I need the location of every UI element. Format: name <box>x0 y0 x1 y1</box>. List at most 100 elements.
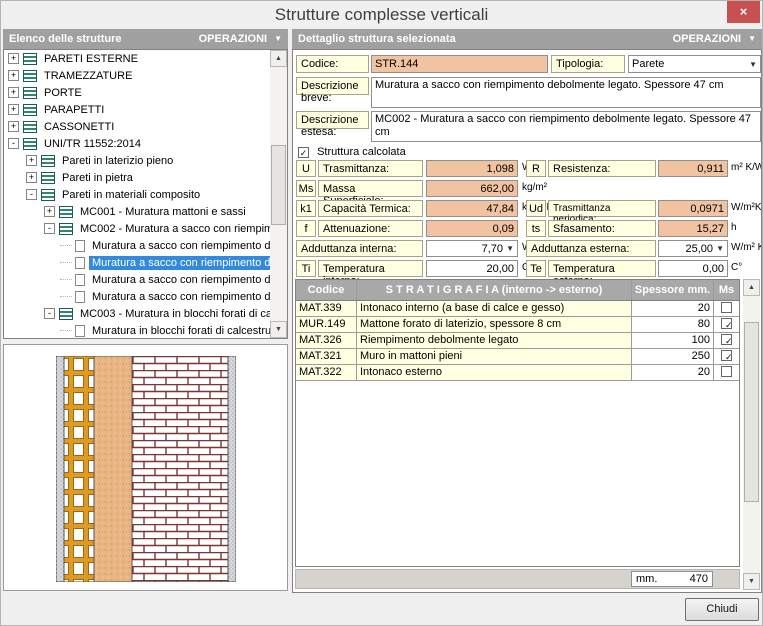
cell-spessore: 80 <box>632 317 714 332</box>
scroll-up-icon[interactable]: ▲ <box>270 50 287 67</box>
adduttanza-interna-select[interactable]: 7,70 ▼ <box>426 240 518 257</box>
temperatura-interna-field[interactable]: 20,00 <box>426 260 518 277</box>
table-scrollbar[interactable]: ▲ ▼ <box>743 279 760 590</box>
ms-checkbox[interactable]: ✓ <box>721 334 732 345</box>
structure-group-icon <box>23 104 37 116</box>
param-row-ms: Ms Massa Superficiale: 662,00 kg/m² <box>293 180 762 197</box>
layer-leaf-icon <box>75 240 85 252</box>
temperatura-esterna-unit: C° <box>731 260 742 277</box>
tree-item[interactable]: Muratura a sacco con riempimento deb <box>4 237 287 254</box>
structure-group-icon <box>23 138 37 150</box>
tree-item[interactable]: +TRAMEZZATURE <box>4 67 287 84</box>
trasmittanza-periodica-unit: W/m²K <box>731 200 762 217</box>
tree-item-label: Muratura a sacco con riempimento deb <box>89 239 286 253</box>
sfasamento-value: 15,27 <box>658 220 728 237</box>
chevron-down-icon: ▼ <box>748 29 756 49</box>
temperatura-esterna-field[interactable]: 0,00 <box>658 260 728 277</box>
collapse-icon[interactable]: - <box>8 138 19 149</box>
expand-icon[interactable]: + <box>8 87 19 98</box>
expand-icon[interactable]: + <box>8 53 19 64</box>
stratigrafia-table: Codice S T R A T I G R A F I A (interno … <box>295 279 740 567</box>
close-button[interactable]: × <box>727 1 760 23</box>
tree-scrollbar[interactable]: ▲ ▼ <box>270 50 287 338</box>
chevron-down-icon: ▼ <box>749 60 757 69</box>
structure-group-icon <box>23 87 37 99</box>
param-row-k1-ud: k1 Capacità Termica: 47,84 kJ/m²K Ud Tra… <box>293 200 762 217</box>
tree-item[interactable]: +PARAPETTI <box>4 101 287 118</box>
tree-item[interactable]: Muratura a sacco con riempimento deb <box>4 288 287 305</box>
tree-item-label: Pareti in laterizio pieno <box>59 154 176 168</box>
expand-icon[interactable]: + <box>44 206 55 217</box>
table-row[interactable]: MAT.326 Riempimento debolmente legato 10… <box>296 333 739 349</box>
expand-icon[interactable]: + <box>8 104 19 115</box>
tree-item[interactable]: Muratura in blocchi forati di calcestruz… <box>4 322 287 339</box>
left-operazioni-menu[interactable]: OPERAZIONI ▼ <box>199 29 282 49</box>
detail-panel: Codice: STR.144 Tipologia: Parete ▼ Desc… <box>292 49 762 593</box>
tree-item-label: PORTE <box>41 86 85 100</box>
ts-symbol: ts <box>526 220 546 237</box>
cell-spessore: 20 <box>632 301 714 316</box>
tree-item-selected[interactable]: Muratura a sacco con riempimento deb <box>4 254 287 271</box>
table-scrollbar-thumb[interactable] <box>744 322 759 502</box>
tree-item[interactable]: -UNI/TR 11552:2014 <box>4 135 287 152</box>
tree-item[interactable]: +PARETI ESTERNE <box>4 50 287 67</box>
table-row[interactable]: MAT.339 Intonaco interno (a base di calc… <box>296 301 739 317</box>
scroll-down-icon[interactable]: ▼ <box>743 573 760 590</box>
scroll-up-icon[interactable]: ▲ <box>743 279 760 296</box>
adduttanza-esterna-label: Adduttanza esterna: <box>526 240 656 257</box>
chiudi-button[interactable]: Chiudi <box>685 598 759 621</box>
collapse-icon[interactable]: - <box>44 308 55 319</box>
table-row[interactable]: MUR.149 Mattone forato di laterizio, spe… <box>296 317 739 333</box>
tree-item[interactable]: + MC001 - Muratura mattoni e sassi <box>4 203 287 220</box>
tree-item[interactable]: + CASSONETTI <box>4 118 287 135</box>
ms-checkbox[interactable]: ✓ <box>721 318 732 329</box>
expand-icon[interactable]: + <box>8 121 19 132</box>
layer-riempimento <box>94 356 132 582</box>
tipologia-select[interactable]: Parete ▼ <box>628 55 761 73</box>
struttura-calcolata-label: Struttura calcolata <box>317 146 406 158</box>
cell-spessore: 100 <box>632 333 714 348</box>
tree-item[interactable]: +Pareti in pietra <box>4 169 287 186</box>
layer-leaf-icon <box>75 291 85 303</box>
left-operazioni-label: OPERAZIONI <box>199 29 267 49</box>
ms-checkbox[interactable] <box>721 302 732 313</box>
collapse-icon[interactable]: - <box>26 189 37 200</box>
tree-item[interactable]: - MC003 - Muratura in blocchi forati di c… <box>4 305 287 322</box>
tree-item[interactable]: + Pareti in laterizio pieno <box>4 152 287 169</box>
expand-icon[interactable]: + <box>26 155 37 166</box>
ms-checkbox[interactable]: ✓ <box>721 350 732 361</box>
expand-icon[interactable]: + <box>8 70 19 81</box>
param-row-u-r: U Trasmittanza: 1,098 W/m² K R Resistenz… <box>293 160 762 177</box>
struttura-calcolata-row[interactable]: ✓ Struttura calcolata <box>298 146 406 158</box>
struttura-calcolata-checkbox[interactable]: ✓ <box>298 147 309 158</box>
attenuazione-label: Attenuazione: <box>318 220 423 237</box>
codice-field[interactable]: STR.144 <box>371 55 548 73</box>
tree-item[interactable]: -Pareti in materiali composito <box>4 186 287 203</box>
ms-checkbox[interactable] <box>721 366 732 377</box>
tree-scrollbar-thumb[interactable] <box>271 145 286 225</box>
tree-item-label: CASSONETTI <box>41 120 117 134</box>
tree-item[interactable]: + PORTE <box>4 84 287 101</box>
adduttanza-esterna-select[interactable]: 25,00 ▼ <box>658 240 728 257</box>
resistenza-unit: m² K/W <box>731 160 762 177</box>
total-thickness-box: mm. 470 <box>631 571 713 587</box>
expand-icon[interactable]: + <box>26 172 37 183</box>
massa-superficiale-unit: kg/m² <box>522 180 547 197</box>
te-symbol: Te <box>526 260 546 277</box>
scroll-down-icon[interactable]: ▼ <box>270 321 287 338</box>
descrizione-estesa-field[interactable]: MC002 - Muratura a sacco con riempimento… <box>371 111 761 142</box>
tree-item-label: MC003 - Muratura in blocchi forati di ca… <box>77 307 287 321</box>
descrizione-breve-field[interactable]: Muratura a sacco con riempimento debolme… <box>371 77 761 108</box>
table-row[interactable]: MAT.322 Intonaco esterno 20 <box>296 365 739 381</box>
right-operazioni-menu[interactable]: OPERAZIONI ▼ <box>673 29 756 49</box>
tree-item-label: MC001 - Muratura mattoni e sassi <box>77 205 249 219</box>
layer-mattone-forato <box>64 356 94 582</box>
collapse-icon[interactable]: - <box>44 223 55 234</box>
tree-connector <box>60 262 72 263</box>
tree-item[interactable]: Muratura a sacco con riempimento deb <box>4 271 287 288</box>
chevron-down-icon: ▼ <box>274 29 282 49</box>
table-row[interactable]: MAT.321 Muro in mattoni pieni 250 ✓ <box>296 349 739 365</box>
tree-item[interactable]: -MC002 - Muratura a sacco con riempimen <box>4 220 287 237</box>
structure-group-icon <box>41 172 55 184</box>
tipologia-label: Tipologia: <box>551 55 625 73</box>
